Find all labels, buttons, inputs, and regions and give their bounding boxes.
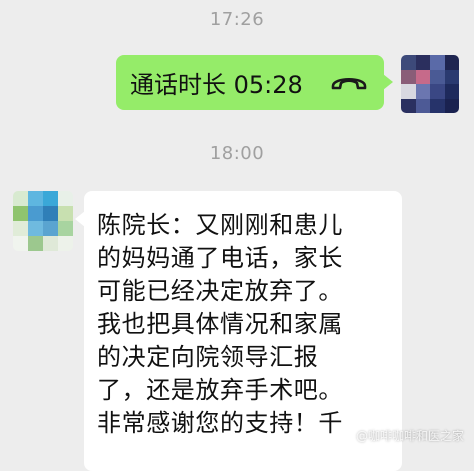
message-line: 我也把具体情况和家属 [97, 310, 343, 338]
timestamp: 18:00 [209, 143, 265, 164]
timestamp: 17:26 [209, 9, 265, 30]
avatar-pixel [415, 69, 430, 84]
avatar-pixel [28, 191, 43, 206]
avatar-pixel [401, 84, 416, 99]
avatar-pixel [58, 206, 73, 221]
avatar-pixel [58, 191, 73, 206]
message-line: 的妈妈通了电话，家长 [97, 244, 343, 272]
message-line: 了，还是放弃手术吧。 [97, 376, 343, 404]
text-message-bubble[interactable]: 陈院长：又刚刚和患儿 的妈妈通了电话，家长 可能已经决定放弃了。 我也把具体情况… [75, 191, 402, 471]
message-line: 可能已经决定放弃了。 [97, 277, 343, 305]
call-duration-text: 通话时长 05:28 [130, 71, 303, 99]
avatar-pixel [430, 55, 445, 70]
avatar-pixel [430, 84, 445, 99]
message-line: 陈院长：又刚刚和患儿 [97, 211, 343, 239]
avatar-pixel [13, 221, 28, 236]
avatar-pixel [13, 206, 28, 221]
avatar-pixel [58, 236, 73, 251]
message-line: 非常感谢您的支持！千 [97, 409, 343, 437]
avatar-pixel [58, 221, 73, 236]
avatar-pixel [28, 221, 43, 236]
avatar-pixel [43, 236, 58, 251]
message-line: 的决定向院领导汇报 [97, 343, 319, 371]
avatar-pixel [430, 69, 445, 84]
avatar-pixel [415, 84, 430, 99]
watermark: @咖啡咖啡和医之家 [355, 429, 464, 443]
call-record-bubble[interactable]: 通话时长 05:28 [116, 55, 393, 110]
avatar-pixel [43, 191, 58, 206]
avatar-pixel [430, 98, 445, 113]
avatar-pixel [444, 98, 459, 113]
avatar-pixel [401, 98, 416, 113]
avatar-pixel [43, 221, 58, 236]
avatar-pixel [444, 69, 459, 84]
avatar-pixel [401, 55, 416, 70]
contact-avatar[interactable] [13, 191, 73, 251]
avatar-pixel [415, 55, 430, 70]
avatar-pixel [13, 191, 28, 206]
avatar-pixel [13, 236, 28, 251]
avatar-pixel [401, 69, 416, 84]
avatar-pixel [28, 206, 43, 221]
avatar-pixel [28, 236, 43, 251]
avatar-pixel [444, 55, 459, 70]
avatar-pixel [43, 206, 58, 221]
phone-hangup-icon [331, 77, 367, 90]
avatar-pixel [415, 98, 430, 113]
avatar[interactable] [401, 55, 459, 113]
avatar-pixel [444, 84, 459, 99]
